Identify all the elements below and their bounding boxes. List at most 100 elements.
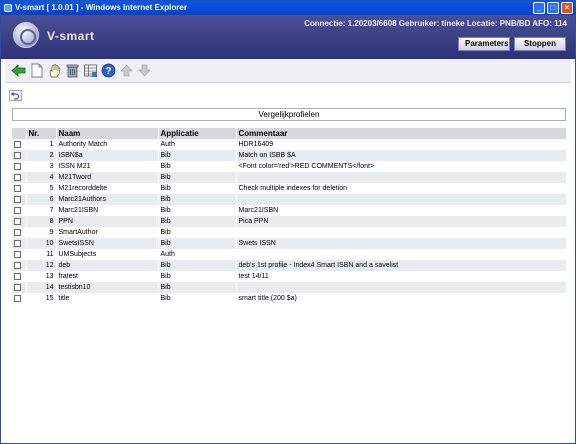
header-select bbox=[12, 128, 27, 139]
table-row[interactable]: 4 M21Tword Bib bbox=[12, 172, 567, 183]
cell-applicatie: Bib bbox=[158, 183, 237, 194]
cell-nr: 8 bbox=[26, 216, 57, 227]
window-controls: _ □ × bbox=[533, 2, 573, 14]
row-checkbox[interactable] bbox=[14, 283, 21, 291]
header-commentaar[interactable]: Commentaar bbox=[236, 128, 567, 139]
logo-text: V-smart bbox=[47, 29, 95, 43]
table-row[interactable]: 2 ISBN$a Bib Match on ISBB $A bbox=[12, 150, 567, 161]
cell-naam: testisbn10 bbox=[56, 282, 159, 293]
row-checkbox[interactable] bbox=[14, 272, 21, 280]
cell-nr: 6 bbox=[26, 194, 57, 205]
cell-naam: M21recorddelte bbox=[56, 183, 159, 194]
header-applicatie[interactable]: Applicatie bbox=[158, 128, 237, 139]
row-select-cell bbox=[12, 150, 27, 161]
grid-settings-icon[interactable] bbox=[83, 63, 98, 78]
table-row[interactable]: 3 ISSN M21 Bib <Font color='red'>RED COMMEN… bbox=[12, 161, 567, 172]
table-body: 1 Authority Match Auth HDR16409 2 ISBN$a Bib Ma… bbox=[12, 139, 567, 304]
cell-nr: 11 bbox=[26, 249, 57, 260]
row-checkbox[interactable] bbox=[14, 162, 21, 170]
row-checkbox[interactable] bbox=[14, 151, 21, 159]
table-row[interactable]: 10 SwetsISSN Bib Swets ISSN bbox=[12, 238, 567, 249]
help-icon[interactable]: ? bbox=[101, 63, 116, 78]
back-arrow-icon[interactable] bbox=[11, 63, 26, 78]
row-checkbox[interactable] bbox=[14, 195, 21, 203]
header-naam[interactable]: Naam bbox=[56, 128, 159, 139]
row-checkbox[interactable] bbox=[14, 261, 21, 269]
cell-naam: UMSubjects bbox=[56, 249, 159, 260]
table-row[interactable]: 9 SmartAuthor Bib bbox=[12, 227, 567, 238]
row-select-cell bbox=[12, 238, 27, 249]
vsmart-logo-icon bbox=[13, 22, 39, 48]
row-checkbox[interactable] bbox=[14, 206, 21, 214]
title-bar: V-smart [ 1.0.01 ] - Windows Internet Ex… bbox=[1, 1, 575, 15]
arrow-up-icon[interactable] bbox=[119, 63, 134, 78]
row-select-cell bbox=[12, 205, 27, 216]
cell-nr: 12 bbox=[26, 260, 57, 271]
cell-nr: 4 bbox=[26, 172, 57, 183]
cell-commentaar: HDR16409 bbox=[236, 139, 567, 150]
cell-naam: M21Tword bbox=[56, 172, 159, 183]
cell-commentaar: deb's 1st profile - Index4 Smart ISBN an… bbox=[236, 260, 567, 271]
table-row[interactable]: 13 fratest Bib test 14/11 bbox=[12, 271, 567, 282]
table-row[interactable]: 8 PPN Bib Pica PPN bbox=[12, 216, 567, 227]
table-row[interactable]: 11 UMSubjects Auth bbox=[12, 249, 567, 260]
cell-naam: SwetsISSN bbox=[56, 238, 159, 249]
minimize-icon[interactable]: _ bbox=[533, 2, 545, 14]
cell-applicatie: Bib bbox=[158, 216, 237, 227]
table-row[interactable]: 7 Marc21ISBN Bib Marc21ISBN bbox=[12, 205, 567, 216]
trash-icon[interactable] bbox=[65, 63, 80, 78]
row-checkbox[interactable] bbox=[14, 173, 21, 181]
maximize-icon[interactable]: □ bbox=[547, 2, 559, 14]
cell-commentaar: Check multiple indexes for deletion bbox=[236, 183, 567, 194]
arrow-down-icon[interactable] bbox=[137, 63, 152, 78]
table-row[interactable]: 14 testisbn10 Bib bbox=[12, 282, 567, 293]
row-checkbox[interactable] bbox=[14, 239, 21, 247]
cell-naam: ISSN M21 bbox=[56, 161, 159, 172]
row-select-cell bbox=[12, 172, 27, 183]
row-select-cell bbox=[12, 161, 27, 172]
row-checkbox[interactable] bbox=[14, 294, 21, 302]
hand-select-icon[interactable] bbox=[47, 63, 62, 78]
cell-applicatie: Auth bbox=[158, 139, 237, 150]
table-row[interactable]: 12 deb Bib deb's 1st profile - Index4 Smart… bbox=[12, 260, 567, 271]
cell-commentaar bbox=[236, 249, 567, 260]
svg-text:?: ? bbox=[105, 66, 111, 77]
table-header-row: Nr. Naam Applicatie Commentaar bbox=[12, 128, 567, 139]
cell-commentaar: test 14/11 bbox=[236, 271, 567, 282]
stoppen-button[interactable]: Stoppen bbox=[514, 37, 566, 51]
table-row[interactable]: 5 M21recorddelte Bib Check multiple indexes… bbox=[12, 183, 567, 194]
row-select-cell bbox=[12, 139, 27, 150]
cell-nr: 2 bbox=[26, 150, 57, 161]
table-row[interactable]: 1 Authority Match Auth HDR16409 bbox=[12, 139, 567, 150]
row-checkbox[interactable] bbox=[14, 184, 21, 192]
row-select-cell bbox=[12, 293, 27, 304]
cell-nr: 14 bbox=[26, 282, 57, 293]
close-icon[interactable]: × bbox=[561, 2, 573, 14]
new-document-icon[interactable] bbox=[29, 63, 44, 78]
parameters-button[interactable]: Parameters bbox=[458, 37, 510, 51]
cell-commentaar: smart title (200 $a) bbox=[236, 293, 567, 304]
cell-commentaar: <Font color='red'>RED COMMENTS</font> bbox=[236, 161, 567, 172]
cell-naam: Authority Match bbox=[56, 139, 159, 150]
cell-naam: ISBN$a bbox=[56, 150, 159, 161]
row-select-cell bbox=[12, 260, 27, 271]
row-select-cell bbox=[12, 227, 27, 238]
cell-applicatie: Bib bbox=[158, 161, 237, 172]
ie-icon bbox=[4, 4, 12, 12]
cell-applicatie: Bib bbox=[158, 227, 237, 238]
table-row[interactable]: 15 title Bib smart title (200 $a) bbox=[12, 293, 567, 304]
row-checkbox[interactable] bbox=[14, 228, 21, 236]
table-row[interactable]: 6 Marc21Authors Bib bbox=[12, 194, 567, 205]
row-checkbox[interactable] bbox=[14, 140, 21, 148]
cell-commentaar: Swets ISSN bbox=[236, 238, 567, 249]
cell-applicatie: Bib bbox=[158, 238, 237, 249]
cell-nr: 10 bbox=[26, 238, 57, 249]
row-checkbox[interactable] bbox=[14, 250, 21, 258]
cell-nr: 15 bbox=[26, 293, 57, 304]
undo-button[interactable] bbox=[9, 90, 22, 101]
cell-naam: PPN bbox=[56, 216, 159, 227]
cell-applicatie: Bib bbox=[158, 172, 237, 183]
cell-nr: 7 bbox=[26, 205, 57, 216]
row-checkbox[interactable] bbox=[14, 217, 21, 225]
row-select-cell bbox=[12, 282, 27, 293]
